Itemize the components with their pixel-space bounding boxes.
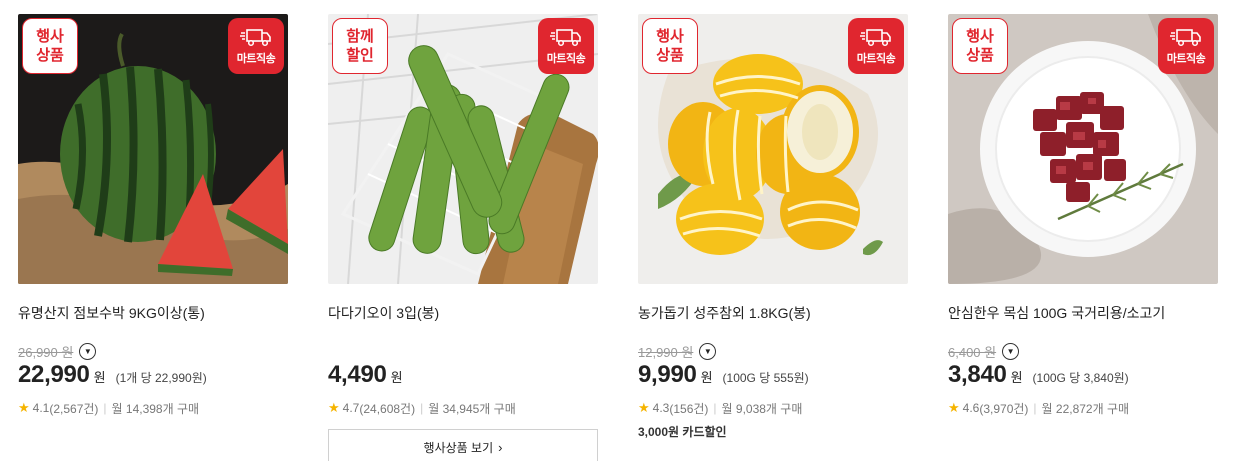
monthly-purchases: 월 34,945개 구매	[428, 401, 516, 416]
product-image[interactable]: 행사 상품 마트직송	[18, 14, 288, 284]
rating-value: 4.1	[32, 401, 50, 415]
view-promo-products-button[interactable]: 행사상품 보기 ›	[328, 429, 598, 461]
chevron-right-icon: ›	[498, 439, 503, 455]
divider: |	[103, 401, 107, 415]
unit-price: (100G 당 3,840원)	[1032, 371, 1129, 385]
rating-value: 4.6	[962, 401, 980, 415]
promo-badge: 행사 상품	[642, 18, 698, 74]
product-title[interactable]: 다다기오이 3입(봉)	[328, 303, 598, 323]
price-detail-toggle[interactable]: ▼	[1002, 342, 1020, 360]
unit-price: (1개 당 22,990원)	[115, 371, 207, 385]
chevron-down-icon: ▼	[83, 346, 92, 356]
product-title[interactable]: 유명산지 점보수박 9KG이상(통)	[18, 303, 288, 323]
chevron-down-icon: ▼	[1006, 346, 1015, 356]
product-title[interactable]: 농가돕기 성주참외 1.8KG(봉)	[638, 303, 908, 323]
promo-badge: 행사 상품	[22, 18, 78, 74]
sale-price: 4,490	[328, 361, 387, 388]
divider: |	[713, 401, 717, 415]
product-card-korean-melon[interactable]: 행사 상품 마트직송 농가돕기 성주참외 1.8KG(봉) 12,990 원 ▼…	[638, 14, 908, 440]
mart-delivery-badge: 마트직송	[538, 18, 594, 74]
original-price: 12,990 원	[638, 344, 694, 360]
product-image[interactable]: 행사 상품 마트직송	[948, 14, 1218, 284]
review-count: (2,567건)	[49, 401, 99, 416]
product-image[interactable]: 행사 상품 마트직송	[638, 14, 908, 284]
divider: |	[1033, 401, 1037, 415]
rating-value: 4.7	[342, 401, 360, 415]
chevron-down-icon: ▼	[703, 346, 712, 356]
rating-value: 4.3	[652, 401, 670, 415]
star-icon: ★	[18, 400, 30, 415]
product-card-watermelon[interactable]: 행사 상품 마트직송 유명산지 점보수박 9KG이상(통) 26,990 원 ▼…	[18, 14, 288, 417]
product-card-beef[interactable]: 행사 상품 마트직송 안심한우 목심 100G 국거리용/소고기 6,400 원…	[948, 14, 1218, 417]
monthly-purchases: 월 14,398개 구매	[111, 401, 200, 416]
rating-row: ★ 4.1 (2,567건) | 월 14,398개 구매	[18, 399, 288, 417]
original-price-row: 6,400 원 ▼	[948, 341, 1218, 361]
price-row: 3,840 원 (100G 당 3,840원)	[948, 361, 1218, 393]
delivery-truck-icon	[1170, 29, 1201, 47]
price-detail-toggle[interactable]: ▼	[79, 342, 97, 360]
sale-price: 3,840	[948, 361, 1007, 388]
star-icon: ★	[948, 400, 960, 415]
product-image[interactable]: 함께 할인 마트직송	[328, 14, 598, 284]
delivery-truck-icon	[860, 29, 891, 47]
rating-row: ★ 4.3 (156건) | 월 9,038개 구매	[638, 399, 908, 417]
unit-price: (100G 당 555원)	[722, 371, 809, 385]
original-price-row: 12,990 원 ▼	[638, 341, 908, 361]
price-row: 4,490 원	[328, 361, 598, 393]
card-discount-label: 3,000원 카드할인	[638, 425, 727, 439]
sale-price: 9,990	[638, 361, 697, 388]
original-price-row	[328, 341, 598, 361]
promo-badge: 행사 상품	[952, 18, 1008, 74]
divider: |	[420, 401, 424, 415]
review-count: (3,970건)	[979, 401, 1029, 416]
mart-delivery-badge: 마트직송	[228, 18, 284, 74]
currency: 원	[1010, 370, 1023, 385]
sale-price: 22,990	[18, 361, 90, 388]
delivery-truck-icon	[550, 29, 581, 47]
delivery-truck-icon	[240, 29, 271, 47]
promo-badge: 함께 할인	[332, 18, 388, 74]
currency: 원	[390, 370, 403, 385]
currency: 원	[93, 370, 106, 385]
button-label: 행사상품 보기	[423, 440, 494, 455]
original-price-row: 26,990 원 ▼	[18, 341, 288, 361]
star-icon: ★	[638, 400, 650, 415]
price-row: 22,990 원 (1개 당 22,990원)	[18, 361, 288, 393]
monthly-purchases: 월 9,038개 구매	[721, 401, 803, 416]
mart-delivery-badge: 마트직송	[1158, 18, 1214, 74]
product-title[interactable]: 안심한우 목심 100G 국거리용/소고기	[948, 303, 1218, 323]
product-card-cucumber[interactable]: 함께 할인 마트직송 다다기오이 3입(봉) 4,490 원 ★ 4.7 (24…	[328, 14, 598, 461]
star-icon: ★	[328, 400, 340, 415]
review-count: (156건)	[669, 401, 709, 416]
price-detail-toggle[interactable]: ▼	[699, 342, 717, 360]
rating-row: ★ 4.6 (3,970건) | 월 22,872개 구매	[948, 399, 1218, 417]
price-row: 9,990 원 (100G 당 555원)	[638, 361, 908, 393]
mart-delivery-badge: 마트직송	[848, 18, 904, 74]
currency: 원	[700, 370, 713, 385]
rating-row: ★ 4.7 (24,608건) | 월 34,945개 구매	[328, 399, 598, 417]
original-price: 26,990 원	[18, 344, 74, 360]
monthly-purchases: 월 22,872개 구매	[1041, 401, 1130, 416]
review-count: (24,608건)	[359, 401, 416, 416]
original-price: 6,400 원	[948, 344, 997, 360]
